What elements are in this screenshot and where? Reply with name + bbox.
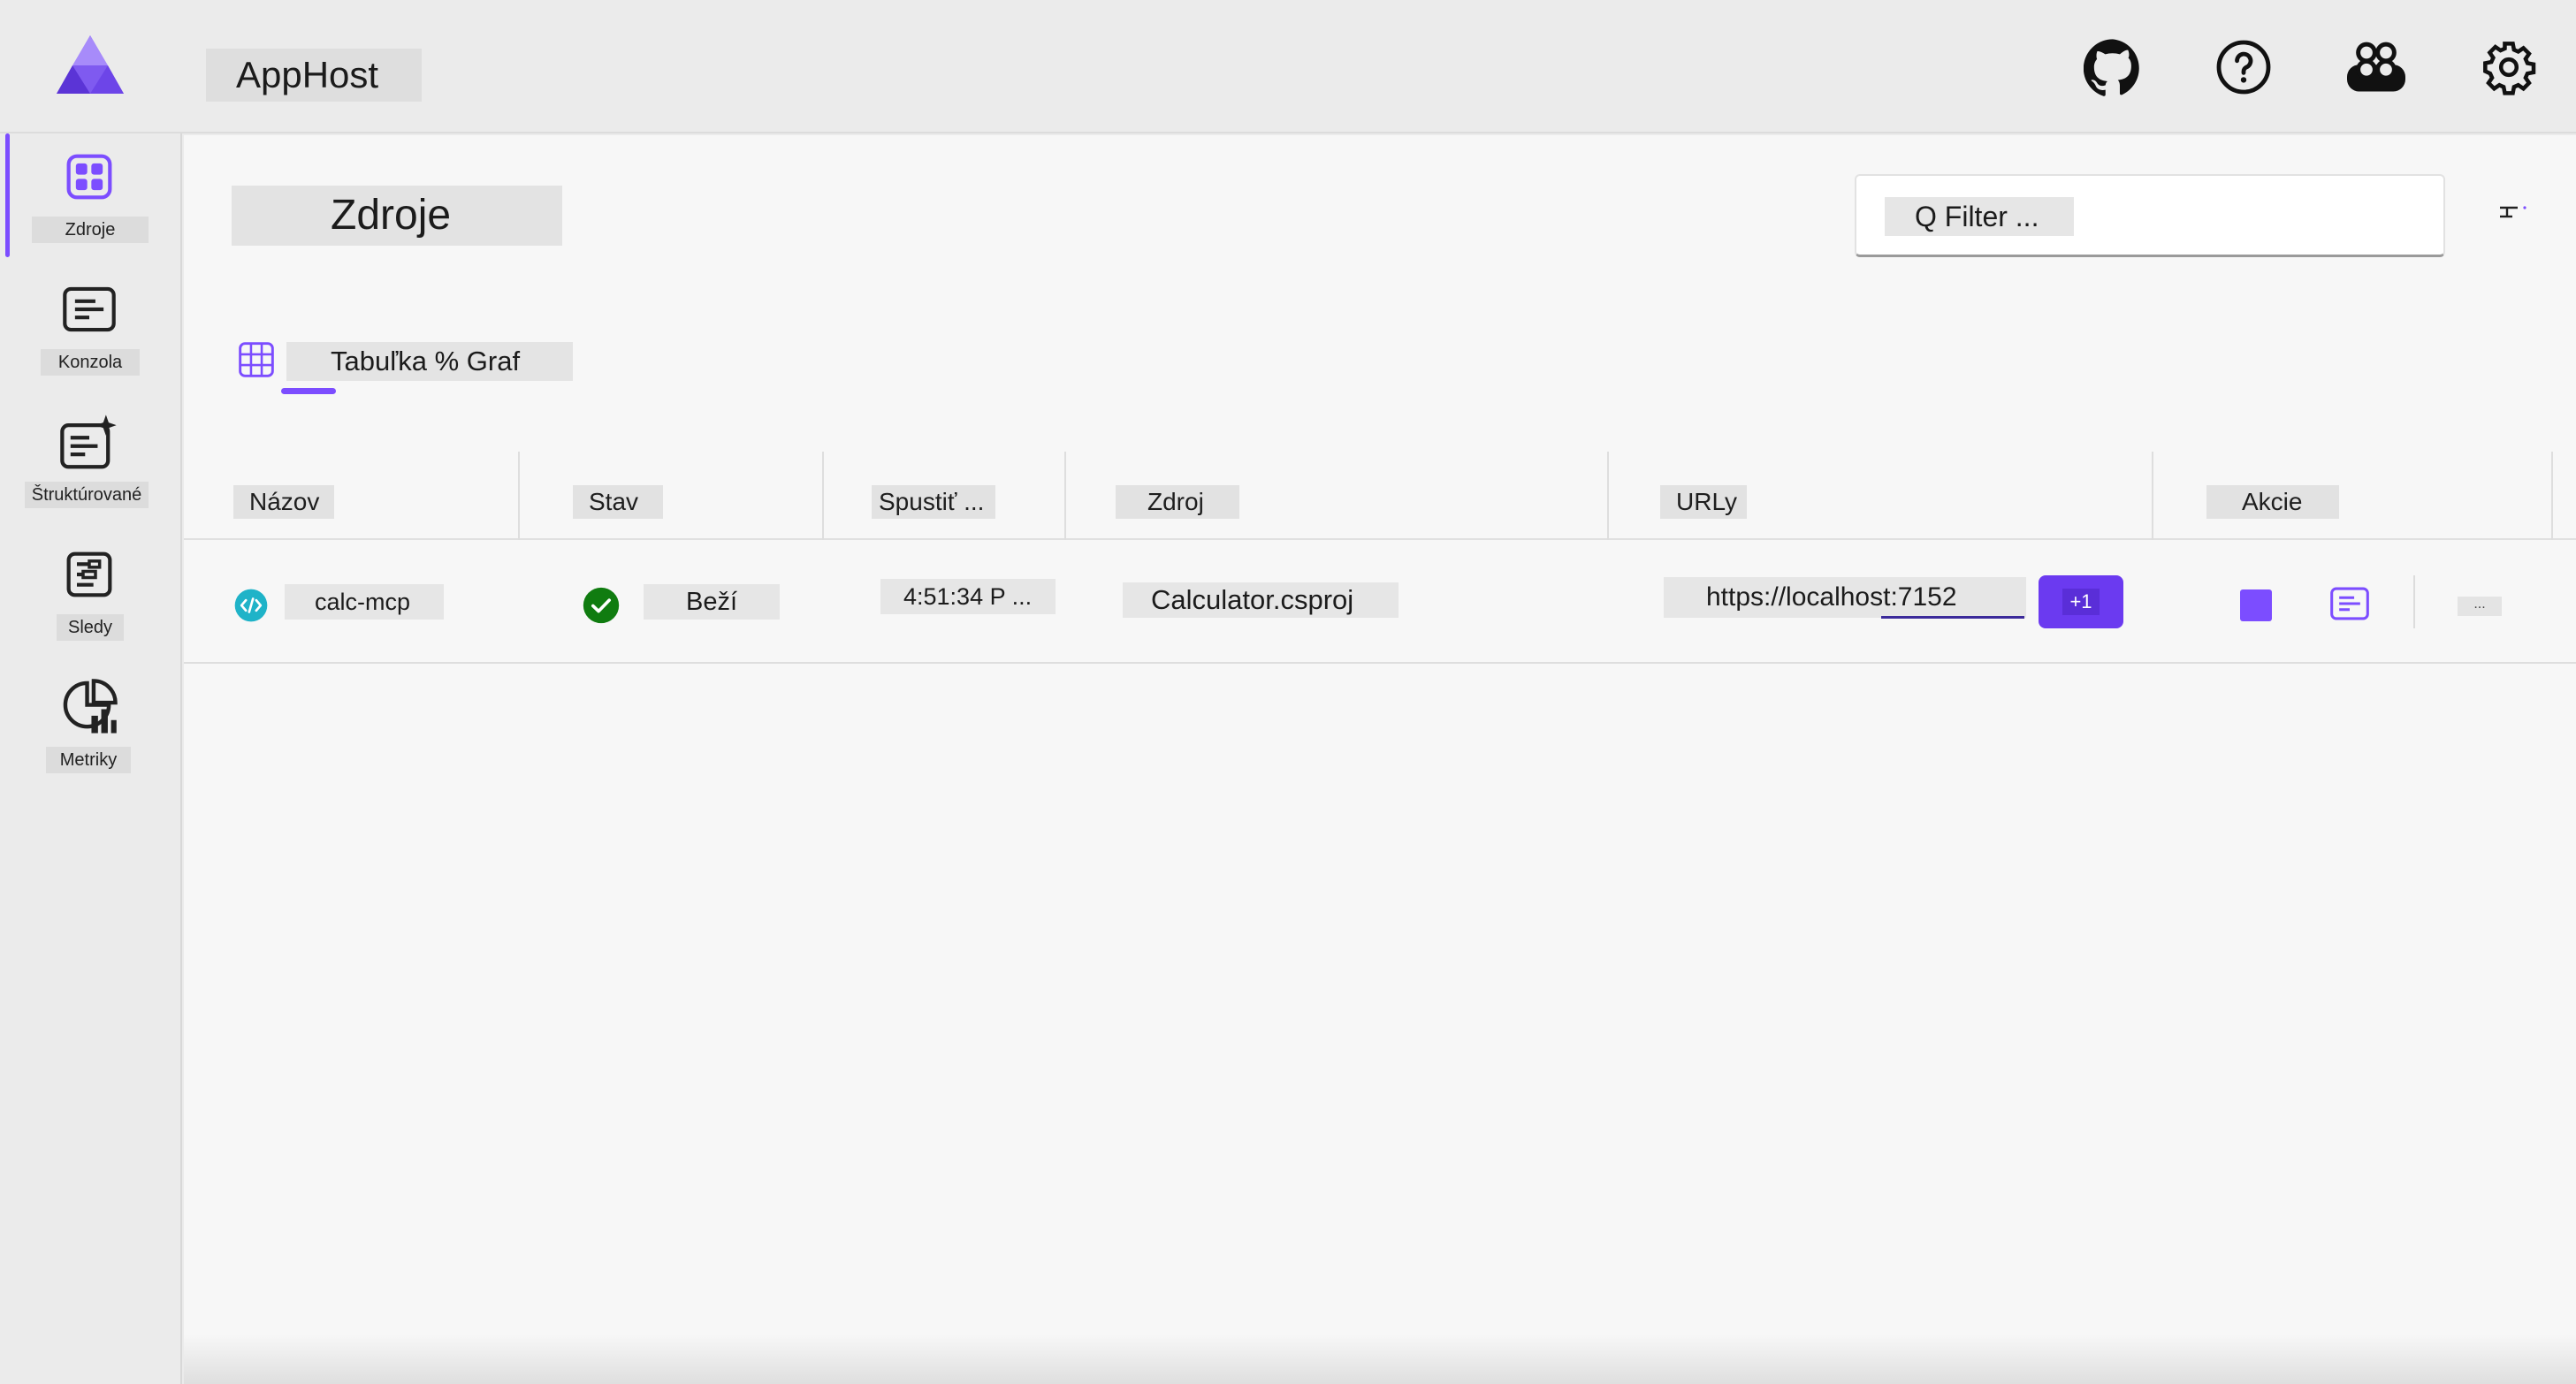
nav-item-structured[interactable]: Štruktúrované: [0, 399, 182, 522]
resource-source: Calculator.csproj: [1123, 582, 1399, 618]
column-divider[interactable]: [822, 452, 824, 540]
endpoint-url-link[interactable]: https://localhost:7152: [1664, 577, 2026, 618]
url-underline: [1881, 616, 2024, 619]
nav-label-metrics: Metriky: [46, 747, 131, 773]
main-content: Zdroje Q Filter ... Tabuľka % Graf Názov: [184, 135, 2576, 1384]
actions-divider: [2413, 575, 2415, 628]
more-actions-button[interactable]: ...: [2458, 597, 2502, 616]
filter-input[interactable]: Q Filter ...: [1855, 174, 2445, 257]
github-icon[interactable]: [2081, 35, 2145, 99]
column-header-actions: Akcie: [2206, 485, 2339, 519]
resources-grid-icon: [58, 146, 120, 208]
column-header-name[interactable]: Názov: [233, 485, 334, 519]
page-title: Zdroje: [232, 186, 562, 246]
more-urls-count: +1: [2062, 589, 2100, 615]
resource-state: Beží: [644, 584, 780, 620]
filter-placeholder: Q Filter ...: [1885, 197, 2074, 236]
aspire-logo-icon[interactable]: [55, 34, 126, 95]
app-title[interactable]: AppHost: [206, 49, 422, 102]
help-icon[interactable]: [2212, 35, 2275, 99]
column-header-source[interactable]: Zdroj: [1116, 485, 1239, 519]
traces-icon: [58, 544, 120, 605]
column-divider[interactable]: [2152, 452, 2153, 540]
nav-label-traces: Sledy: [57, 614, 124, 641]
metrics-icon: [58, 676, 120, 738]
column-divider[interactable]: [1607, 452, 1609, 540]
nav-item-console[interactable]: Konzola: [0, 266, 182, 390]
nav-label-resources: Zdroje: [32, 217, 149, 243]
sort-options-icon[interactable]: [2495, 197, 2530, 229]
nav-item-metrics[interactable]: Metriky: [0, 664, 182, 787]
nav-item-traces[interactable]: Sledy: [0, 531, 182, 655]
table-row[interactable]: calc-mcp Beží 4:51:34 P ... Calculator.c…: [184, 542, 2576, 664]
top-header: AppHost: [0, 0, 2576, 133]
structured-logs-icon: [58, 411, 120, 473]
settings-icon[interactable]: [2477, 35, 2541, 99]
nav-item-resources[interactable]: Zdroje: [0, 133, 182, 257]
console-icon: [58, 278, 120, 340]
nav-label-console: Konzola: [41, 349, 140, 376]
column-divider[interactable]: [2551, 452, 2553, 540]
resource-name[interactable]: calc-mcp: [285, 584, 444, 620]
console-logs-icon[interactable]: [2330, 586, 2369, 621]
more-urls-button[interactable]: +1: [2039, 575, 2123, 628]
project-resource-icon: [234, 589, 268, 622]
tab-active-indicator: [281, 388, 336, 394]
bottom-shadow: [184, 1335, 2576, 1384]
column-divider[interactable]: [1064, 452, 1066, 540]
side-navigation: Zdroje Konzola Štruktúrované Sledy Metri…: [0, 133, 182, 1384]
app-window: AppHost Zdroje Konzola Štruktúrované Sle…: [0, 0, 2576, 1384]
aspire-copilot-icon[interactable]: [2344, 35, 2408, 99]
column-header-state[interactable]: Stav: [573, 485, 663, 519]
tab-table-graph[interactable]: Tabuľka % Graf: [286, 342, 573, 381]
running-check-icon: [583, 587, 620, 624]
table-header-row: Názov Stav Spustiť ... Zdroj URLy Akcie: [184, 452, 2576, 540]
column-header-start-time[interactable]: Spustiť ...: [872, 485, 995, 519]
column-divider[interactable]: [518, 452, 520, 540]
column-header-urls[interactable]: URLy: [1660, 485, 1747, 519]
view-tabs: Tabuľka % Graf: [237, 338, 767, 394]
nav-label-structured: Štruktúrované: [25, 482, 149, 508]
table-grid-icon[interactable]: [237, 340, 276, 379]
resource-start-time: 4:51:34 P ...: [880, 579, 1056, 614]
stop-icon[interactable]: [2240, 589, 2272, 621]
